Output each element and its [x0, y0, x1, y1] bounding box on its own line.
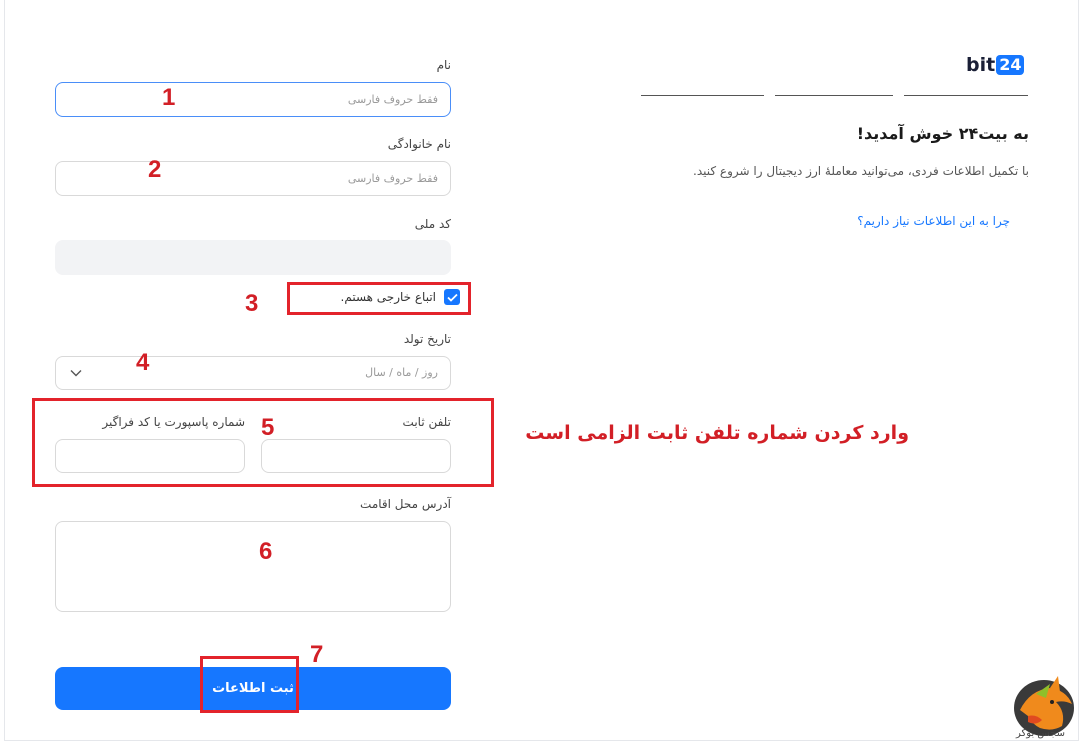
step-indicator-1	[904, 95, 1028, 96]
annotation-number-2: 2	[148, 156, 162, 183]
birth-date-placeholder: روز / ماه / سال	[365, 366, 438, 379]
last-name-input[interactable]	[55, 161, 451, 196]
annotation-box-submit	[200, 656, 299, 713]
national-code-label: کد ملی	[414, 217, 451, 231]
annotation-number-1: 1	[162, 84, 176, 111]
address-textarea[interactable]	[55, 521, 451, 612]
annotation-number-7: 7	[310, 641, 324, 668]
national-code-input[interactable]	[55, 240, 451, 275]
bit24-logo: bit 24	[966, 53, 1025, 77]
birth-date-label: تاریخ تولد	[403, 332, 451, 346]
annotation-number-3: 3	[245, 290, 259, 317]
annotation-number-4: 4	[136, 349, 150, 376]
annotation-box-phone	[32, 398, 494, 487]
logo-text: bit	[966, 54, 996, 76]
annotation-number-5: 5	[261, 414, 275, 441]
welcome-title: به بیت۲۴ خوش آمدید!	[856, 124, 1029, 143]
birth-date-select[interactable]: روز / ماه / سال	[55, 356, 451, 390]
annotation-number-6: 6	[259, 538, 273, 565]
step-indicator-2	[775, 95, 893, 96]
annotation-note: وارد کردن شماره تلفن ثابت الزامی است	[525, 422, 909, 444]
first-name-input[interactable]	[55, 82, 451, 117]
address-label: آدرس محل اقامت	[360, 497, 451, 511]
watermark-text: سجس بوکر	[1016, 728, 1065, 739]
welcome-subtitle: با تکمیل اطلاعات فردی، می‌توانید معاملهٔ…	[693, 164, 1029, 178]
last-name-label: نام خانوادگی	[387, 137, 451, 151]
why-info-link[interactable]: چرا به این اطلاعات نیاز داریم؟	[857, 214, 1010, 228]
annotation-box-checkbox	[287, 282, 471, 315]
step-indicator-3	[641, 95, 764, 96]
chevron-down-icon	[70, 370, 82, 377]
first-name-label: نام	[436, 58, 451, 72]
logo-badge: 24	[996, 55, 1025, 75]
